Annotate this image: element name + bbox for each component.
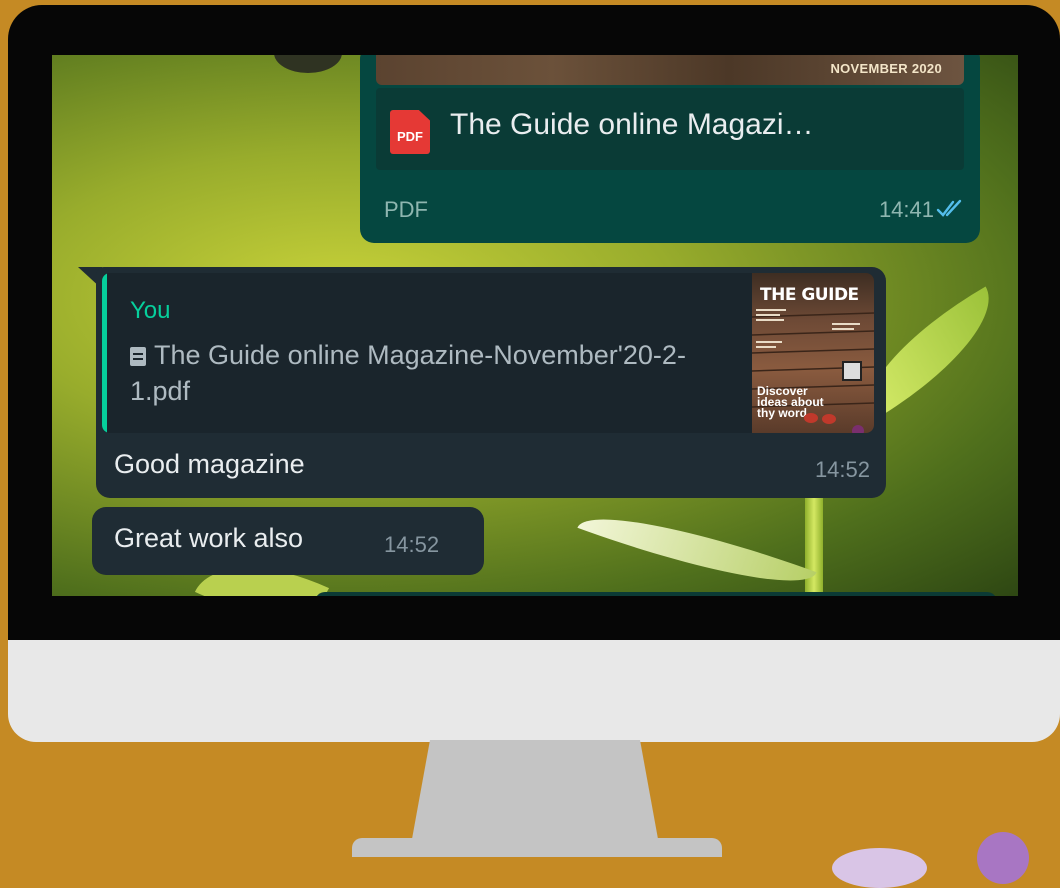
decorative-circle bbox=[977, 832, 1029, 884]
incoming-message[interactable]: Great work also 14:52 bbox=[92, 507, 484, 575]
quote-accent-bar bbox=[102, 273, 107, 433]
shoe-icon bbox=[822, 414, 836, 424]
thumbnail-title: THE GUIDE bbox=[760, 285, 859, 305]
decorative-circle bbox=[832, 848, 927, 888]
message-time: 14:52 bbox=[384, 532, 440, 557]
quoted-message[interactable]: You The Guide online Magazine-November'2… bbox=[102, 273, 874, 433]
badge-icon bbox=[852, 425, 864, 433]
message-text: Great work also bbox=[114, 523, 304, 553]
wallpaper-leaf bbox=[577, 490, 817, 596]
quoted-file-name: The Guide online Magazine-November'20-2-… bbox=[130, 340, 686, 406]
quoted-sender: You bbox=[130, 297, 171, 324]
quoted-thumbnail: THE GUIDE Discover ideas about thy word. bbox=[752, 273, 874, 433]
message-text: Good magazine bbox=[114, 449, 305, 479]
message-time: 14:52 bbox=[814, 457, 870, 482]
pdf-filename: The Guide online Magazi… bbox=[450, 108, 814, 141]
pdf-preview-caption: NOVEMBER 2020 bbox=[830, 61, 942, 76]
next-outgoing-message-edge[interactable] bbox=[315, 592, 997, 596]
double-check-read-icon bbox=[936, 199, 962, 217]
pdf-file-row[interactable]: PDF The Guide online Magazi… bbox=[376, 88, 964, 170]
message-time: 14:41 bbox=[878, 197, 934, 222]
file-type-label: PDF bbox=[384, 197, 428, 222]
outgoing-pdf-message[interactable]: NOVEMBER 2020 PDF The Guide online Magaz… bbox=[360, 55, 980, 243]
qr-code-icon bbox=[842, 361, 862, 381]
document-icon bbox=[130, 347, 146, 366]
chat-screen: NOVEMBER 2020 PDF The Guide online Magaz… bbox=[52, 55, 1018, 596]
quoted-file-line: The Guide online Magazine-November'20-2-… bbox=[130, 337, 690, 409]
monitor-stand-base bbox=[352, 838, 722, 857]
shoe-icon bbox=[804, 413, 818, 423]
contact-avatar[interactable] bbox=[274, 55, 342, 73]
pdf-preview-image[interactable]: NOVEMBER 2020 bbox=[376, 55, 964, 85]
monitor-stand-neck bbox=[410, 740, 660, 850]
pdf-icon-label: PDF bbox=[397, 129, 423, 144]
incoming-reply-message[interactable]: You The Guide online Magazine-November'2… bbox=[96, 267, 886, 498]
monitor-chin bbox=[8, 640, 1060, 742]
pdf-icon: PDF bbox=[390, 110, 430, 154]
